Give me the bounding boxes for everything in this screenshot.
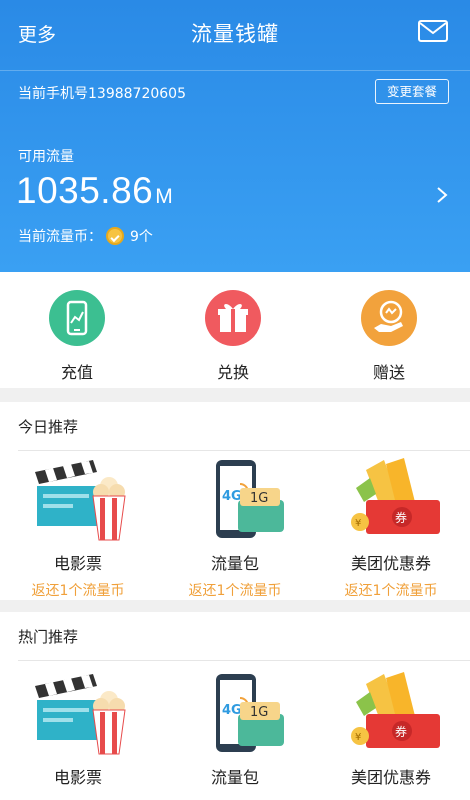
coins-row: 当前流量币： 9个 [18, 226, 153, 246]
coin-icon [106, 227, 124, 245]
item-name: 美团优惠券 [350, 768, 431, 787]
recharge-button[interactable]: 充值 [27, 290, 127, 383]
pack-badge: 1G [250, 705, 268, 720]
action-row: 充值 兑换 赠送 [0, 272, 470, 388]
item-reward: 返还1个流量币 [344, 583, 438, 599]
movie-ticket-icon [23, 672, 133, 756]
amount-value: 1035.86 [16, 170, 154, 211]
section-divider [18, 450, 470, 451]
hot-title: 热门推荐 [18, 628, 79, 646]
gift-send-label: 赠送 [372, 363, 405, 382]
today-item-data-pack[interactable]: 4G 1G 流量包 返还1个流量币 [160, 458, 310, 600]
data-pack-icon: 4G 1G [180, 672, 290, 756]
gift-send-button[interactable]: 赠送 [339, 290, 439, 383]
available-flow-label: 可用流量 [18, 149, 74, 165]
item-name: 流量包 [210, 554, 259, 573]
hot-item-coupon[interactable]: 券 ¥ 美团优惠券 [316, 672, 466, 788]
coins-label: 当前流量币： [18, 229, 102, 245]
give-hand-icon [361, 290, 417, 346]
today-item-coupon[interactable]: 券 ¥ 美团优惠券 返还1个流量币 [316, 458, 466, 600]
movie-ticket-icon [23, 458, 133, 542]
page-title: 流量钱罐 [191, 22, 279, 46]
hot-recommend-section: 热门推荐 电影票 4G 1G 流量包 券 ¥ 美团优惠券 [0, 612, 470, 800]
today-title: 今日推荐 [18, 418, 79, 436]
gift-icon [205, 290, 261, 346]
coupon-badge: 券 [395, 724, 407, 739]
phone-number: 当前手机号13988720605 [18, 86, 186, 102]
exchange-label: 兑换 [216, 363, 249, 382]
section-divider [18, 660, 470, 661]
data-pack-icon: 4G 1G [180, 458, 290, 542]
available-flow-amount[interactable]: 1035.86M [16, 170, 173, 212]
svg-text:¥: ¥ [355, 732, 361, 743]
coupon-icon: 券 ¥ [336, 458, 446, 542]
phone-chart-icon [49, 290, 105, 346]
item-name: 流量包 [210, 768, 259, 787]
top-bar: 更多 流量钱罐 [0, 0, 470, 70]
header-divider [0, 70, 470, 71]
coupon-icon: 券 ¥ [336, 672, 446, 756]
item-reward: 返还1个流量币 [31, 583, 125, 599]
flow-piggybank-screen: { "header": { "back_label": "更多", "title… [0, 0, 470, 800]
pack-badge: 1G [250, 491, 268, 506]
coupon-badge: 券 [395, 510, 407, 525]
svg-text:¥: ¥ [355, 518, 361, 529]
today-recommend-section: 今日推荐 电影票 返还1个流量币 4G 1G 流量包 返还1个流量币 券 ¥ 美… [0, 402, 470, 600]
amount-unit: M [155, 185, 174, 208]
chevron-right-icon[interactable] [436, 186, 448, 204]
account-header: 更多 流量钱罐 当前手机号13988720605 变更套餐 可用流量 1035.… [0, 0, 470, 272]
item-name: 美团优惠券 [350, 554, 431, 573]
recharge-label: 充值 [60, 363, 93, 382]
mail-icon[interactable] [418, 20, 448, 42]
item-reward: 返还1个流量币 [188, 583, 282, 599]
change-plan-button[interactable]: 变更套餐 [375, 79, 449, 104]
item-name: 电影票 [53, 768, 102, 787]
today-item-movie[interactable]: 电影票 返还1个流量币 [3, 458, 153, 600]
item-name: 电影票 [53, 554, 102, 573]
coins-value: 9个 [130, 229, 153, 245]
exchange-button[interactable]: 兑换 [183, 290, 283, 383]
hot-item-data-pack[interactable]: 4G 1G 流量包 [160, 672, 310, 788]
hot-item-movie[interactable]: 电影票 [3, 672, 153, 788]
